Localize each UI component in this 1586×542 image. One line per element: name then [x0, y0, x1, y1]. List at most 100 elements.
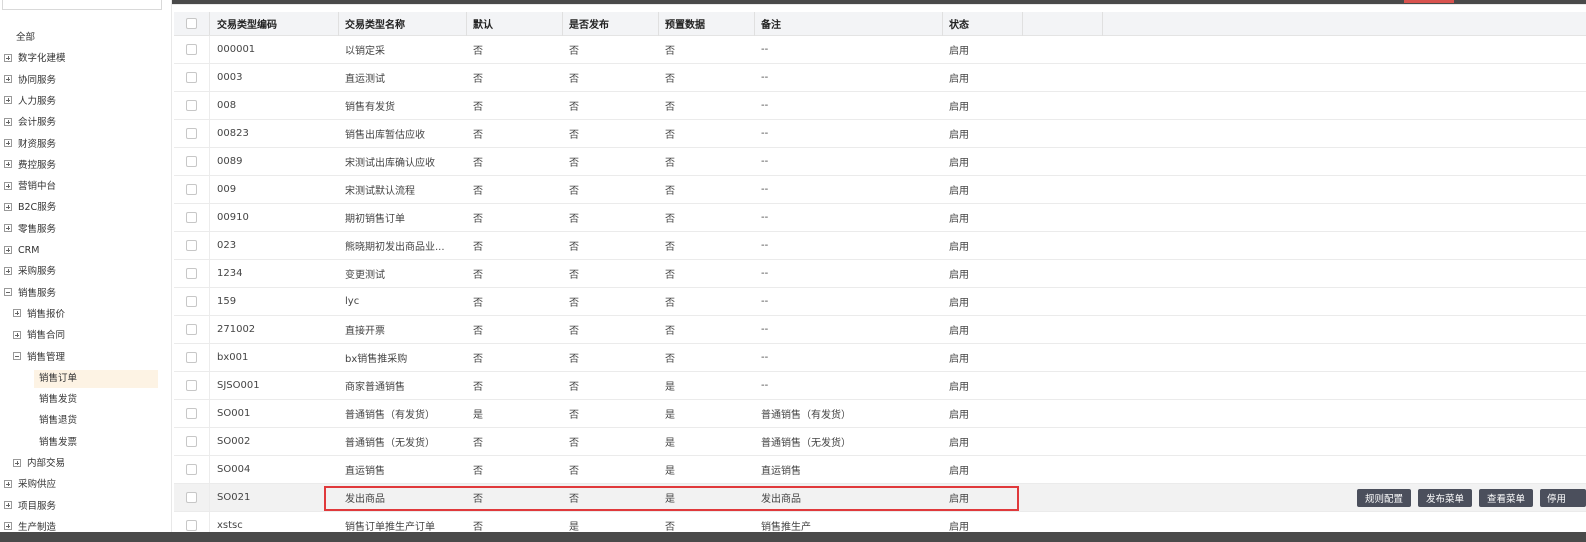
expand-icon[interactable]	[4, 75, 12, 84]
sidebar-item[interactable]: 营销中台	[4, 178, 56, 196]
tree-search-box[interactable]	[2, 0, 162, 10]
expand-icon[interactable]	[4, 202, 12, 211]
table-row[interactable]: 0003 直运测试 否 否 否 -- 启用	[174, 64, 1586, 92]
sidebar-item[interactable]: 销售管理	[13, 349, 65, 367]
row-select-cell	[174, 344, 210, 371]
sidebar-item[interactable]: 销售退货	[39, 412, 77, 430]
sidebar-item[interactable]: 销售报价	[13, 306, 65, 324]
expand-icon[interactable]	[4, 96, 12, 105]
expand-icon[interactable]	[4, 181, 12, 190]
expand-icon[interactable]	[4, 479, 12, 488]
sidebar-item[interactable]: 协同服务	[4, 72, 56, 90]
col-header-remark[interactable]: 备注	[754, 12, 942, 35]
rule-config-button[interactable]: 规则配置	[1357, 489, 1411, 507]
col-header-status[interactable]: 状态	[942, 12, 1022, 35]
table-row[interactable]: 009 宋测试默认流程 否 否 否 -- 启用	[174, 176, 1586, 204]
sidebar-item[interactable]: 销售服务	[4, 285, 56, 303]
col-header-name[interactable]: 交易类型名称	[338, 12, 466, 35]
cell-default: 否	[473, 186, 483, 197]
table-row[interactable]: bx001 bx销售推采购 否 否 否 -- 启用	[174, 344, 1586, 372]
sidebar-item[interactable]: 销售合同	[13, 327, 65, 345]
table-row[interactable]: 000001 以销定采 否 否 否 -- 启用	[174, 36, 1586, 64]
sidebar-item[interactable]: 人力服务	[4, 93, 56, 111]
row-checkbox[interactable]	[186, 184, 197, 195]
row-checkbox[interactable]	[186, 324, 197, 335]
collapse-icon[interactable]	[13, 352, 21, 360]
col-header-default[interactable]: 默认	[466, 12, 562, 35]
expand-icon[interactable]	[4, 139, 12, 147]
sidebar-item[interactable]: 销售发票	[39, 434, 77, 452]
table-row[interactable]: SO004 直运销售 否 否 是 直运销售 启用	[174, 456, 1586, 484]
table-row[interactable]: 159 lyc 否 否 否 -- 启用	[174, 288, 1586, 316]
cell-preset: 否	[665, 298, 675, 309]
expand-icon[interactable]	[4, 501, 12, 510]
sidebar-item[interactable]: 内部交易	[13, 455, 65, 473]
sidebar-item[interactable]: 全部	[16, 29, 35, 47]
table-row[interactable]: SO002 普通销售（无发货） 否 否 是 普通销售（无发货） 启用	[174, 428, 1586, 456]
row-checkbox[interactable]	[186, 268, 197, 279]
expand-icon[interactable]	[4, 245, 12, 254]
cell-status: 启用	[949, 214, 969, 225]
table-row[interactable]: SJSO001 商家普通销售 否 否 是 -- 启用	[174, 372, 1586, 400]
table-row[interactable]: 0089 宋测试出库确认应收 否 否 否 -- 启用	[174, 148, 1586, 176]
expand-icon[interactable]	[4, 160, 12, 169]
expand-icon[interactable]	[4, 53, 12, 62]
row-checkbox[interactable]	[186, 520, 197, 531]
row-checkbox[interactable]	[186, 240, 197, 251]
table-row[interactable]: 008 销售有发货 否 否 否 -- 启用	[174, 92, 1586, 120]
sidebar-item[interactable]: 零售服务	[4, 221, 56, 239]
expand-icon[interactable]	[13, 309, 21, 318]
table-row[interactable]: SO001 普通销售（有发货） 是 否 是 普通销售（有发货） 启用	[174, 400, 1586, 428]
table-row[interactable]: 023 熊晓期初发出商品业... 否 否 否 -- 启用	[174, 232, 1586, 260]
sidebar-item[interactable]: 财资服务	[4, 136, 56, 154]
view-menu-button[interactable]: 查看菜单	[1479, 489, 1533, 507]
publish-menu-button[interactable]: 发布菜单	[1418, 489, 1472, 507]
table-row[interactable]: 1234 变更测试 否 否 否 -- 启用	[174, 260, 1586, 288]
sidebar-item[interactable]: 销售发货	[39, 391, 77, 409]
row-checkbox[interactable]	[186, 408, 197, 419]
expand-icon[interactable]	[4, 522, 12, 531]
row-checkbox[interactable]	[186, 128, 197, 139]
table-row[interactable]: 00910 期初销售订单 否 否 否 -- 启用	[174, 204, 1586, 232]
cell-preset: 否	[665, 102, 675, 113]
select-all-checkbox[interactable]	[186, 18, 197, 29]
cell-default: 是	[473, 410, 483, 421]
row-checkbox[interactable]	[186, 156, 197, 167]
row-checkbox[interactable]	[186, 72, 197, 83]
disable-button[interactable]: 停用	[1540, 489, 1586, 507]
collapse-icon[interactable]	[4, 288, 12, 297]
row-checkbox[interactable]	[186, 492, 197, 503]
sidebar-item[interactable]: 采购供应	[4, 476, 56, 494]
sidebar-item[interactable]: 采购服务	[4, 263, 56, 281]
sidebar-item-label: 营销中台	[18, 181, 57, 193]
expand-icon[interactable]	[4, 224, 12, 233]
expand-icon[interactable]	[4, 266, 12, 275]
sidebar-item[interactable]: 销售订单	[34, 369, 158, 388]
sidebar-item[interactable]: 生产制造	[4, 519, 56, 532]
expand-icon[interactable]	[13, 458, 21, 467]
sidebar-item[interactable]: 项目服务	[4, 498, 56, 516]
row-checkbox[interactable]	[186, 100, 197, 111]
row-checkbox[interactable]	[186, 436, 197, 447]
sidebar-item[interactable]: 费控服务	[4, 157, 56, 175]
row-checkbox[interactable]	[186, 212, 197, 223]
col-header-preset[interactable]: 预置数据	[658, 12, 754, 35]
col-header-published[interactable]: 是否发布	[562, 12, 658, 35]
row-checkbox[interactable]	[186, 352, 197, 363]
sidebar-item[interactable]: 会计服务	[4, 114, 56, 132]
row-checkbox[interactable]	[186, 464, 197, 475]
row-checkbox[interactable]	[186, 296, 197, 307]
row-checkbox[interactable]	[186, 380, 197, 391]
row-checkbox[interactable]	[186, 44, 197, 55]
sidebar-item[interactable]: CRM	[4, 242, 39, 260]
col-header-code[interactable]: 交易类型编码	[210, 12, 338, 35]
expand-icon[interactable]	[13, 330, 21, 339]
bottom-scrollbar[interactable]	[0, 532, 1586, 542]
sidebar-item[interactable]: 数字化建模	[4, 50, 66, 68]
cell-preset: 否	[665, 74, 675, 85]
table-row[interactable]: 00823 销售出库暂估应收 否 否 否 -- 启用	[174, 120, 1586, 148]
table-row[interactable]: 271002 直接开票 否 否 否 -- 启用	[174, 316, 1586, 344]
cell-code: 00910	[217, 212, 249, 223]
expand-icon[interactable]	[4, 117, 12, 126]
sidebar-item[interactable]: B2C服务	[4, 199, 56, 217]
